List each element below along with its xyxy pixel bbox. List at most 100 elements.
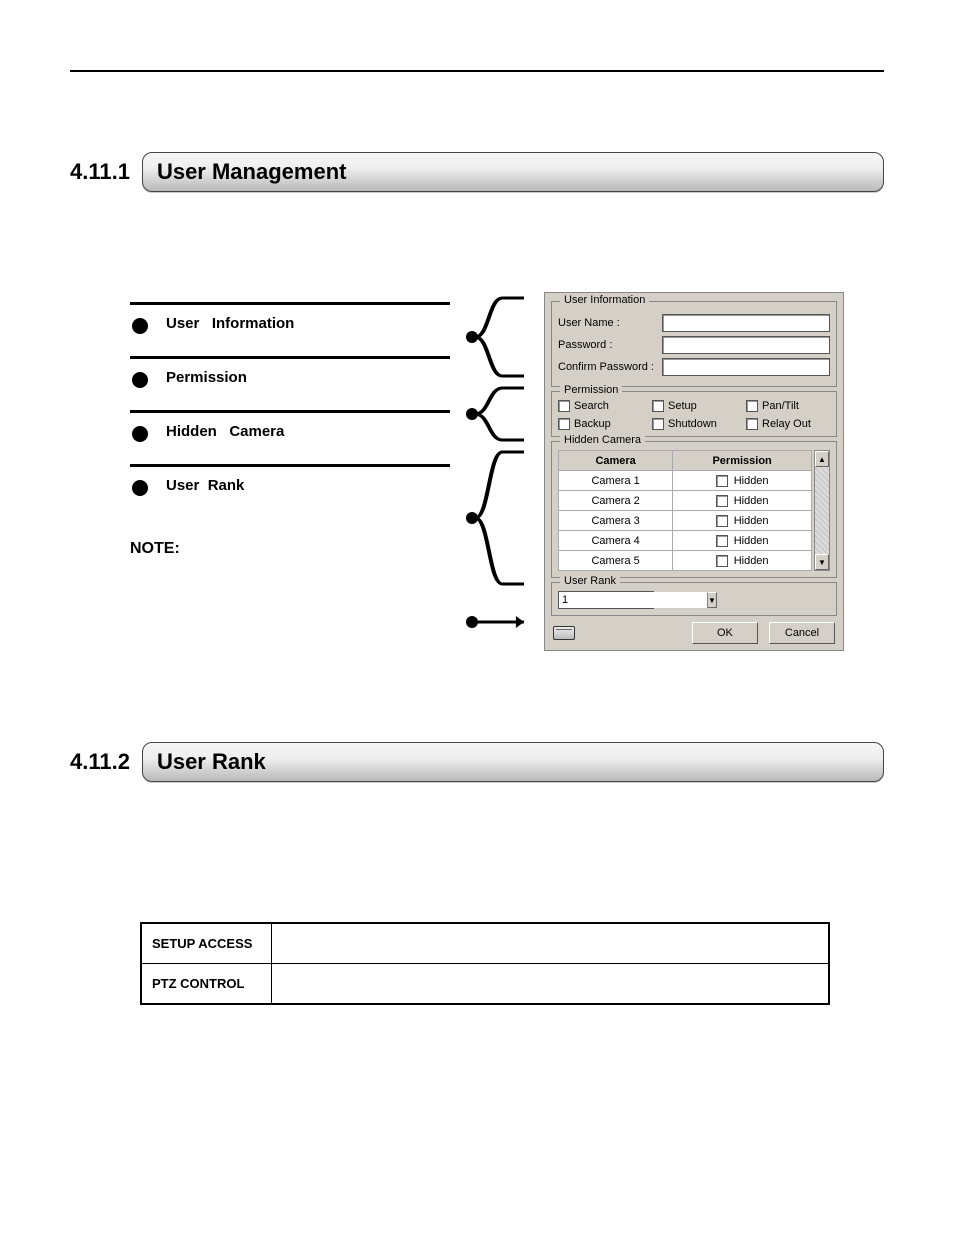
checkbox-label: Pan/Tilt (762, 400, 799, 412)
bullet-icon (466, 512, 478, 524)
hidden-checkbox[interactable] (716, 515, 728, 527)
label-confirm-password: Confirm Password : (558, 361, 656, 373)
bullet-icon (132, 426, 148, 442)
table-row: Camera 3 Hidden (559, 511, 812, 531)
group-permission: Permission Search Setup Pan/Tilt Backup … (551, 391, 837, 437)
section-number: 4.11.1 (70, 159, 130, 185)
feature-label: Permission (166, 369, 247, 386)
checkbox-label: Relay Out (762, 418, 811, 430)
hidden-label: Hidden (734, 495, 769, 507)
camera-name: Camera 4 (559, 531, 673, 551)
checkbox-label: Shutdown (668, 418, 717, 430)
brace-permission (470, 384, 524, 444)
header-rule (70, 70, 884, 72)
section-title: User Management (142, 152, 884, 192)
row-label-ptz-control: PTZ CONTROL (141, 964, 271, 1005)
checkbox-shutdown[interactable]: Shutdown (652, 418, 736, 430)
feature-permission: Permission (130, 356, 450, 410)
table-row: Camera 2 Hidden (559, 491, 812, 511)
hidden-checkbox[interactable] (716, 495, 728, 507)
user-rank-table: SETUP ACCESS PTZ CONTROL (140, 922, 830, 1005)
bullet-icon (466, 616, 478, 628)
hidden-label: Hidden (734, 535, 769, 547)
table-row: Camera 5 Hidden (559, 551, 812, 571)
col-permission: Permission (673, 451, 812, 471)
hidden-label: Hidden (734, 555, 769, 567)
group-user-rank: User Rank ▼ (551, 582, 837, 616)
bullet-icon (132, 318, 148, 334)
checkbox-icon (652, 418, 664, 430)
feature-label: User Rank (166, 477, 244, 494)
brace-user-rank (470, 592, 524, 652)
checkbox-search[interactable]: Search (558, 400, 642, 412)
bullet-icon (466, 408, 478, 420)
cancel-button[interactable]: Cancel (769, 622, 835, 644)
checkbox-relayout[interactable]: Relay Out (746, 418, 830, 430)
checkbox-icon (746, 400, 758, 412)
hidden-label: Hidden (734, 475, 769, 487)
feature-list: User Information Permission Hidden Camer… (130, 292, 450, 558)
camera-name: Camera 2 (559, 491, 673, 511)
section-number: 4.11.2 (70, 749, 130, 775)
checkbox-icon (652, 400, 664, 412)
checkbox-icon (558, 418, 570, 430)
row-value (271, 923, 829, 964)
user-rank-select[interactable]: ▼ (558, 591, 654, 609)
bullet-icon (466, 331, 478, 343)
group-hidden-camera: Hidden Camera Camera Permission Camera 1… (551, 441, 837, 578)
table-row: Camera 4 Hidden (559, 531, 812, 551)
chevron-down-icon[interactable]: ▼ (707, 592, 717, 608)
section-title: User Rank (142, 742, 884, 782)
checkbox-label: Search (574, 400, 609, 412)
ok-button[interactable]: OK (692, 622, 758, 644)
hidden-camera-table: Camera Permission Camera 1 Hidden Camera… (558, 450, 812, 571)
row-label-setup-access: SETUP ACCESS (141, 923, 271, 964)
section-heading-4-11-2: 4.11.2 User Rank (70, 742, 884, 782)
camera-name: Camera 1 (559, 471, 673, 491)
password-field[interactable] (662, 336, 830, 354)
bullet-icon (132, 480, 148, 496)
checkbox-pantilt[interactable]: Pan/Tilt (746, 400, 830, 412)
username-field[interactable] (662, 314, 830, 332)
scroll-up-icon[interactable]: ▲ (815, 451, 829, 467)
hidden-label: Hidden (734, 515, 769, 527)
label-password: Password : (558, 339, 656, 351)
group-user-information: User Information User Name : Password : … (551, 301, 837, 387)
camera-name: Camera 3 (559, 511, 673, 531)
scroll-down-icon[interactable]: ▼ (815, 554, 829, 570)
brace-user-info (470, 294, 524, 380)
keyboard-icon[interactable] (553, 626, 575, 640)
label-username: User Name : (558, 317, 656, 329)
table-row: PTZ CONTROL (141, 964, 829, 1005)
row-value (271, 964, 829, 1005)
section-heading-4-11-1: 4.11.1 User Management (70, 152, 884, 192)
hidden-checkbox[interactable] (716, 535, 728, 547)
scroll-track[interactable] (815, 467, 829, 554)
connector-braces (470, 292, 524, 652)
group-title: Permission (560, 384, 622, 396)
confirm-password-field[interactable] (662, 358, 830, 376)
group-title: User Rank (560, 575, 620, 587)
user-rank-value[interactable] (559, 592, 707, 608)
table-scrollbar[interactable]: ▲ ▼ (814, 450, 830, 571)
checkbox-backup[interactable]: Backup (558, 418, 642, 430)
hidden-checkbox[interactable] (716, 475, 728, 487)
hidden-checkbox[interactable] (716, 555, 728, 567)
checkbox-setup[interactable]: Setup (652, 400, 736, 412)
group-title: Hidden Camera (560, 434, 645, 446)
feature-user-information: User Information (130, 302, 450, 356)
user-management-dialog: User Information User Name : Password : … (544, 292, 844, 651)
col-camera: Camera (559, 451, 673, 471)
feature-user-rank: User Rank (130, 464, 450, 518)
bullet-icon (132, 372, 148, 388)
table-row: Camera 1 Hidden (559, 471, 812, 491)
camera-name: Camera 5 (559, 551, 673, 571)
checkbox-label: Backup (574, 418, 611, 430)
table-row: SETUP ACCESS (141, 923, 829, 964)
feature-label: Hidden Camera (166, 423, 284, 440)
group-title: User Information (560, 294, 649, 306)
checkbox-icon (746, 418, 758, 430)
note-label: NOTE: (130, 540, 450, 558)
checkbox-label: Setup (668, 400, 697, 412)
feature-label: User Information (166, 315, 294, 332)
